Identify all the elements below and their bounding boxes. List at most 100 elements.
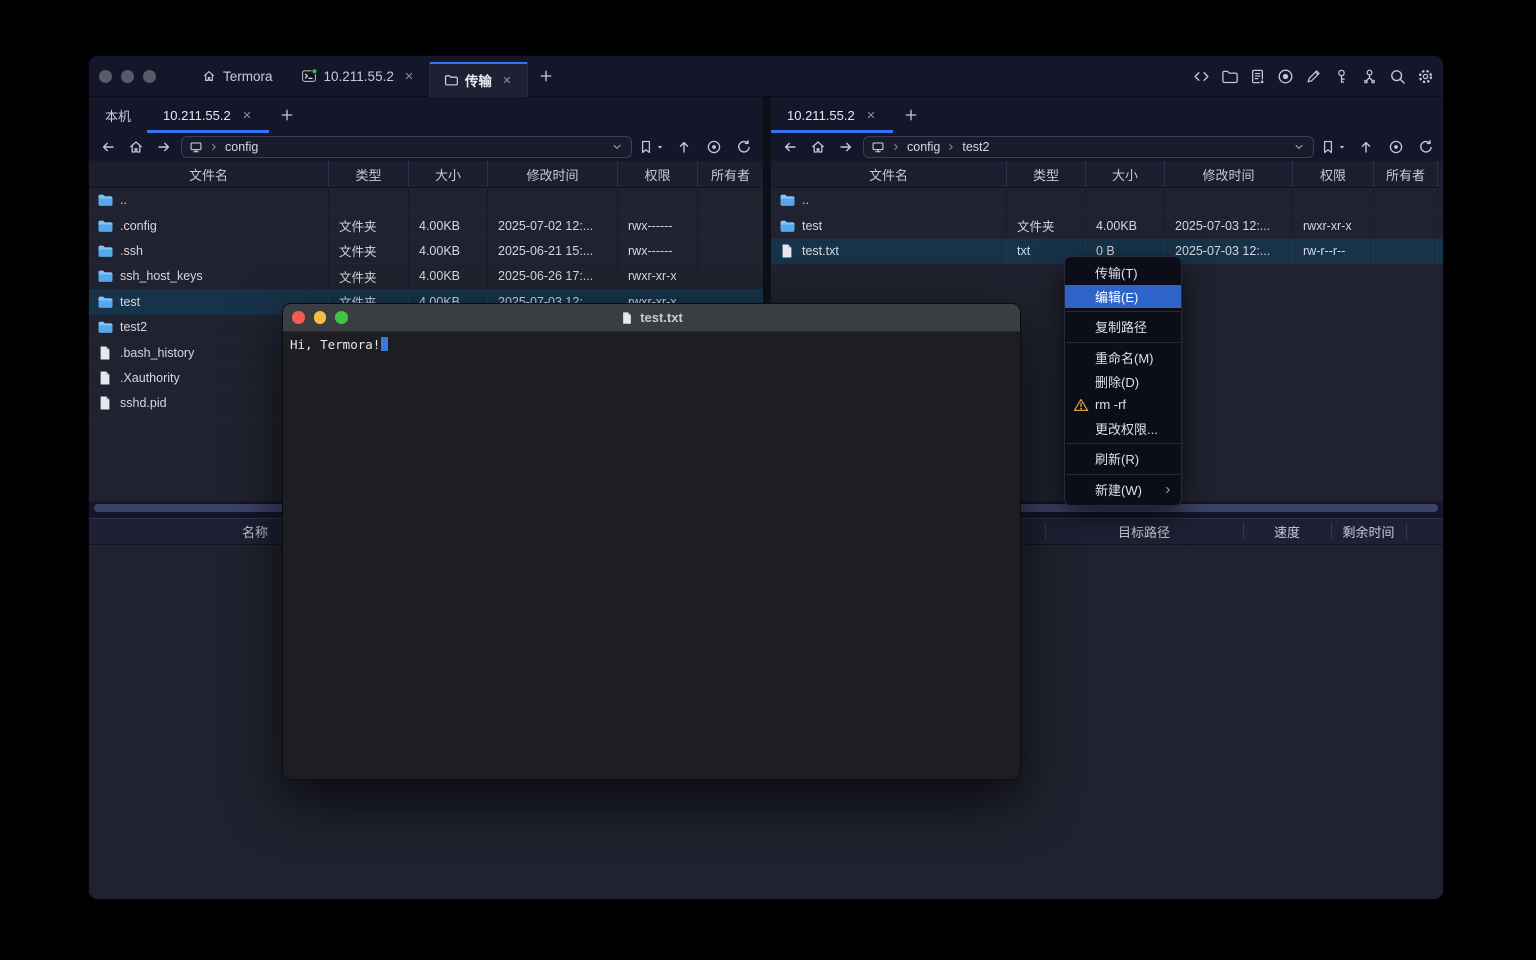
close-tab-icon[interactable] [241, 109, 253, 121]
close-tab-icon[interactable] [865, 109, 877, 121]
code-icon[interactable] [1193, 68, 1210, 85]
column-header-modified[interactable]: 修改时间 [1165, 161, 1293, 187]
new-panel-tab-button[interactable] [893, 97, 929, 133]
home-button[interactable] [807, 136, 829, 158]
settings-gear-icon[interactable] [1417, 68, 1434, 85]
close-window-button[interactable] [99, 70, 112, 83]
column-header-type[interactable]: 类型 [1007, 161, 1086, 187]
forward-button[interactable] [835, 136, 857, 158]
close-window-button[interactable] [292, 311, 305, 324]
menu-item-new[interactable]: 新建(W) [1065, 478, 1181, 502]
folder-icon [97, 243, 113, 259]
chevron-down-icon[interactable] [1292, 140, 1306, 154]
column-header-time-left[interactable]: 剩余时间 [1331, 519, 1406, 544]
key-icon[interactable] [1333, 68, 1350, 85]
new-tab-button[interactable] [528, 56, 564, 97]
column-header-permissions[interactable]: 权限 [1293, 161, 1374, 187]
path-field[interactable]: config [181, 136, 632, 158]
column-header-size[interactable]: 大小 [1086, 161, 1165, 187]
menu-item-rename[interactable]: 重命名(M) [1065, 346, 1181, 370]
menu-item-rm-rf[interactable]: rm -rf [1065, 393, 1181, 417]
right-panel-tabs: 10.211.55.2 [771, 97, 1444, 133]
editor-title-bar[interactable]: test.txt [283, 304, 1020, 332]
table-row[interactable]: .config 文件夹4.00KB 2025-07-02 12:...rwx--… [89, 213, 763, 238]
column-header-target-path[interactable]: 目标路径 [1045, 519, 1243, 544]
path-segment[interactable]: config [225, 140, 258, 154]
plus-icon [538, 68, 554, 84]
editor-window-title: test.txt [640, 310, 683, 325]
table-header: 文件名 类型 大小 修改时间 权限 所有者 [89, 161, 763, 188]
path-segment[interactable]: test2 [962, 140, 989, 154]
chevron-right-icon [208, 141, 220, 153]
menu-item-change-permissions[interactable]: 更改权限... [1065, 417, 1181, 441]
refresh-button[interactable] [733, 136, 755, 158]
caret-down-icon [655, 142, 665, 152]
path-field[interactable]: config test2 [863, 136, 1314, 158]
forward-button[interactable] [153, 136, 175, 158]
parent-directory-button[interactable] [1355, 136, 1377, 158]
column-header-size[interactable]: 大小 [409, 161, 488, 187]
back-button[interactable] [97, 136, 119, 158]
back-button[interactable] [779, 136, 801, 158]
caret-down-icon [1337, 142, 1347, 152]
menu-item-copy-path[interactable]: 复制路径 [1065, 315, 1181, 339]
column-header-type[interactable]: 类型 [329, 161, 409, 187]
show-hidden-files-button[interactable] [1385, 136, 1407, 158]
computer-icon [189, 140, 203, 154]
tab-ssh-session[interactable]: 10.211.55.2 [287, 56, 429, 97]
right-path-toolbar: config test2 [771, 133, 1444, 161]
minimize-window-button[interactable] [121, 70, 134, 83]
table-row[interactable]: ssh_host_keys 文件夹4.00KB 2025-06-26 17:..… [89, 264, 763, 289]
tab-termora[interactable]: Termora [188, 56, 287, 97]
folder-icon [97, 192, 113, 208]
menu-separator [1066, 342, 1180, 343]
column-header-owner[interactable]: 所有者 [698, 161, 763, 187]
table-row[interactable]: .ssh 文件夹4.00KB 2025-06-21 15:...rwx-----… [89, 239, 763, 264]
bookmark-button[interactable] [638, 136, 665, 158]
column-header-permissions[interactable]: 权限 [618, 161, 698, 187]
column-header-filename[interactable]: 文件名 [771, 161, 1007, 187]
bookmark-icon [638, 139, 654, 155]
path-segment[interactable]: config [907, 140, 940, 154]
zoom-window-button[interactable] [143, 70, 156, 83]
search-icon[interactable] [1389, 68, 1406, 85]
folder-icon [779, 192, 795, 208]
folder-icon[interactable] [1221, 68, 1238, 85]
chevron-right-icon [890, 141, 902, 153]
table-row[interactable]: test 文件夹4.00KB 2025-07-03 12:...rwxr-xr-… [771, 213, 1444, 238]
menu-item-transfer[interactable]: 传输(T) [1065, 261, 1181, 285]
close-tab-icon[interactable] [501, 74, 513, 86]
column-header-filename[interactable]: 文件名 [89, 161, 329, 187]
tab-transfer[interactable]: 传输 [429, 62, 528, 97]
keychain-icon[interactable] [1361, 68, 1378, 85]
refresh-button[interactable] [1415, 136, 1437, 158]
menu-item-edit[interactable]: 编辑(E) [1065, 285, 1181, 309]
table-row[interactable]: .. [89, 188, 763, 213]
column-header-speed[interactable]: 速度 [1243, 519, 1331, 544]
record-icon[interactable] [1277, 68, 1294, 85]
close-tab-icon[interactable] [403, 70, 415, 82]
file-icon [779, 243, 795, 259]
edit-icon[interactable] [1305, 68, 1322, 85]
zoom-window-button[interactable] [335, 311, 348, 324]
new-panel-tab-button[interactable] [269, 97, 305, 133]
parent-directory-button[interactable] [673, 136, 695, 158]
bookmark-button[interactable] [1320, 136, 1347, 158]
table-row[interactable]: .. [771, 188, 1444, 213]
home-button[interactable] [125, 136, 147, 158]
minimize-window-button[interactable] [314, 311, 327, 324]
menu-item-refresh[interactable]: 刷新(R) [1065, 447, 1181, 471]
tab-remote-host[interactable]: 10.211.55.2 [771, 97, 893, 133]
editor-text: Hi, Termora! [290, 337, 380, 352]
column-header-owner[interactable]: 所有者 [1374, 161, 1438, 187]
tab-remote-host[interactable]: 10.211.55.2 [147, 97, 269, 133]
editor-content[interactable]: Hi, Termora! [283, 332, 1020, 357]
tab-local[interactable]: 本机 [89, 97, 147, 133]
context-menu: 传输(T) 编辑(E) 复制路径 重命名(M) 删除(D) rm -rf 更改权… [1064, 256, 1182, 506]
warning-icon [1073, 397, 1089, 413]
chevron-down-icon[interactable] [610, 140, 624, 154]
show-hidden-files-button[interactable] [703, 136, 725, 158]
log-icon[interactable] [1249, 68, 1266, 85]
menu-item-delete[interactable]: 删除(D) [1065, 369, 1181, 393]
column-header-modified[interactable]: 修改时间 [488, 161, 618, 187]
